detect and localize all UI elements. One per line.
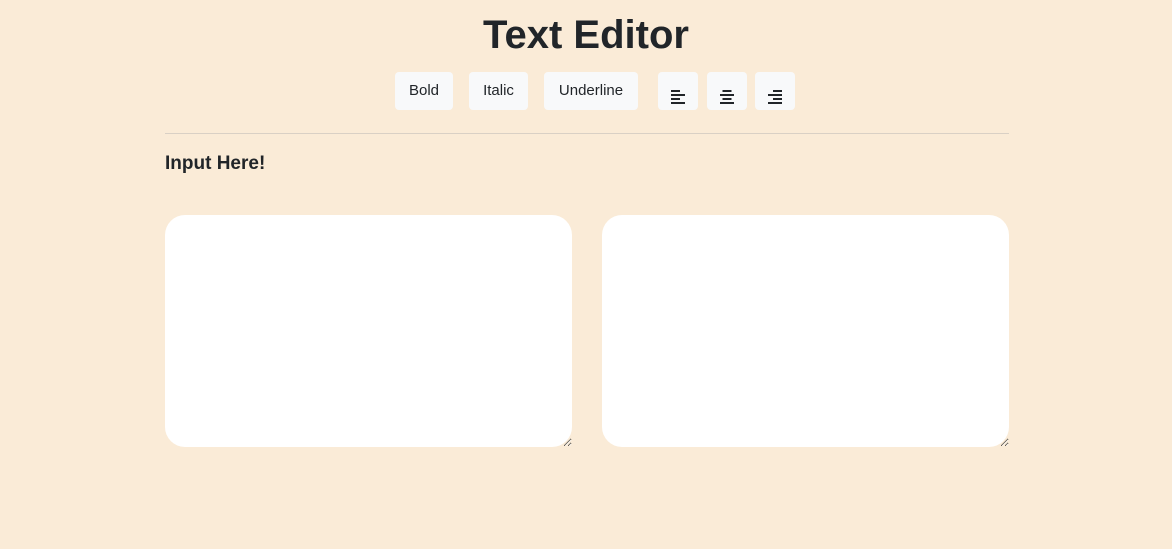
italic-button[interactable]: Italic <box>469 72 528 110</box>
input-textarea[interactable] <box>165 215 572 447</box>
page-title: Text Editor <box>483 13 689 57</box>
align-right-button[interactable] <box>755 72 795 110</box>
align-left-button[interactable] <box>658 72 698 110</box>
align-right-icon <box>768 90 782 104</box>
align-center-button[interactable] <box>707 72 747 110</box>
output-textarea[interactable] <box>602 215 1009 447</box>
bold-button[interactable]: Bold <box>395 72 453 110</box>
divider <box>165 133 1009 134</box>
align-center-icon <box>720 90 734 104</box>
align-left-icon <box>671 90 685 104</box>
underline-button[interactable]: Underline <box>544 72 638 110</box>
input-label: Input Here! <box>165 153 266 174</box>
